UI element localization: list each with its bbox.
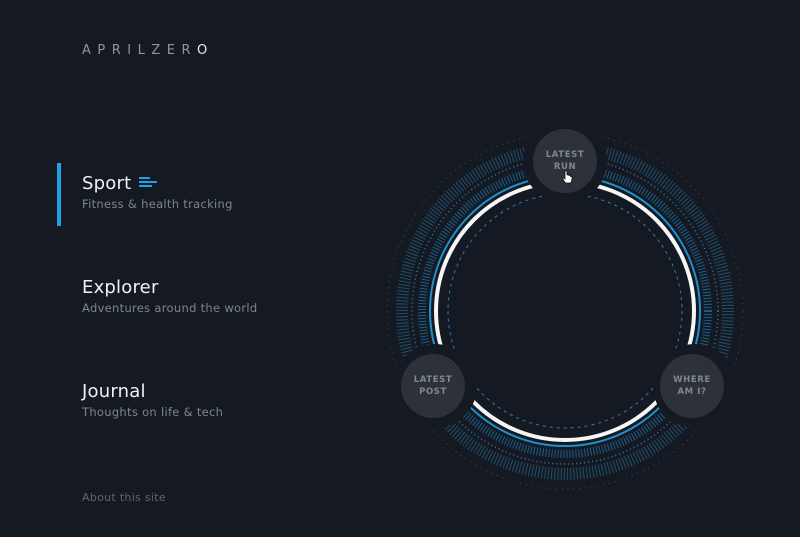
inner-dashed-ring: [447, 193, 683, 429]
app-page: APRILZERO Sport Fitness & health trackin…: [0, 0, 800, 537]
where-am-i-label: WHERE AM I?: [673, 375, 711, 397]
active-nav-indicator: [57, 163, 61, 226]
sport-lines-icon: [139, 175, 159, 189]
nav-item-sport-subtitle: Fitness & health tracking: [82, 197, 233, 211]
site-logo[interactable]: APRILZERO: [82, 43, 214, 58]
hand-cursor-icon: [561, 170, 573, 184]
where-am-i-node[interactable]: WHERE AM I?: [660, 354, 724, 418]
nav-item-journal-subtitle: Thoughts on life & tech: [82, 405, 224, 419]
nav-item-journal-label: Journal: [82, 381, 146, 402]
nav-item-explorer-subtitle: Adventures around the world: [82, 301, 258, 315]
latest-post-node[interactable]: LATEST POST: [401, 354, 465, 418]
logo-text: APRILZER: [82, 43, 197, 58]
logo-accent-letter: O: [197, 43, 214, 58]
latest-post-label: LATEST POST: [413, 375, 453, 397]
nav-item-sport[interactable]: Sport Fitness & health tracking: [82, 173, 233, 211]
nav-item-explorer-label: Explorer: [82, 277, 159, 298]
nav-item-explorer[interactable]: Explorer Adventures around the world: [82, 277, 258, 315]
nav-item-journal[interactable]: Journal Thoughts on life & tech: [82, 381, 223, 419]
nav-item-sport-label: Sport: [82, 173, 132, 194]
white-main-ring: [434, 180, 696, 442]
about-link[interactable]: About this site: [82, 491, 166, 504]
nav-item-sport-title-row: Sport: [82, 173, 233, 195]
